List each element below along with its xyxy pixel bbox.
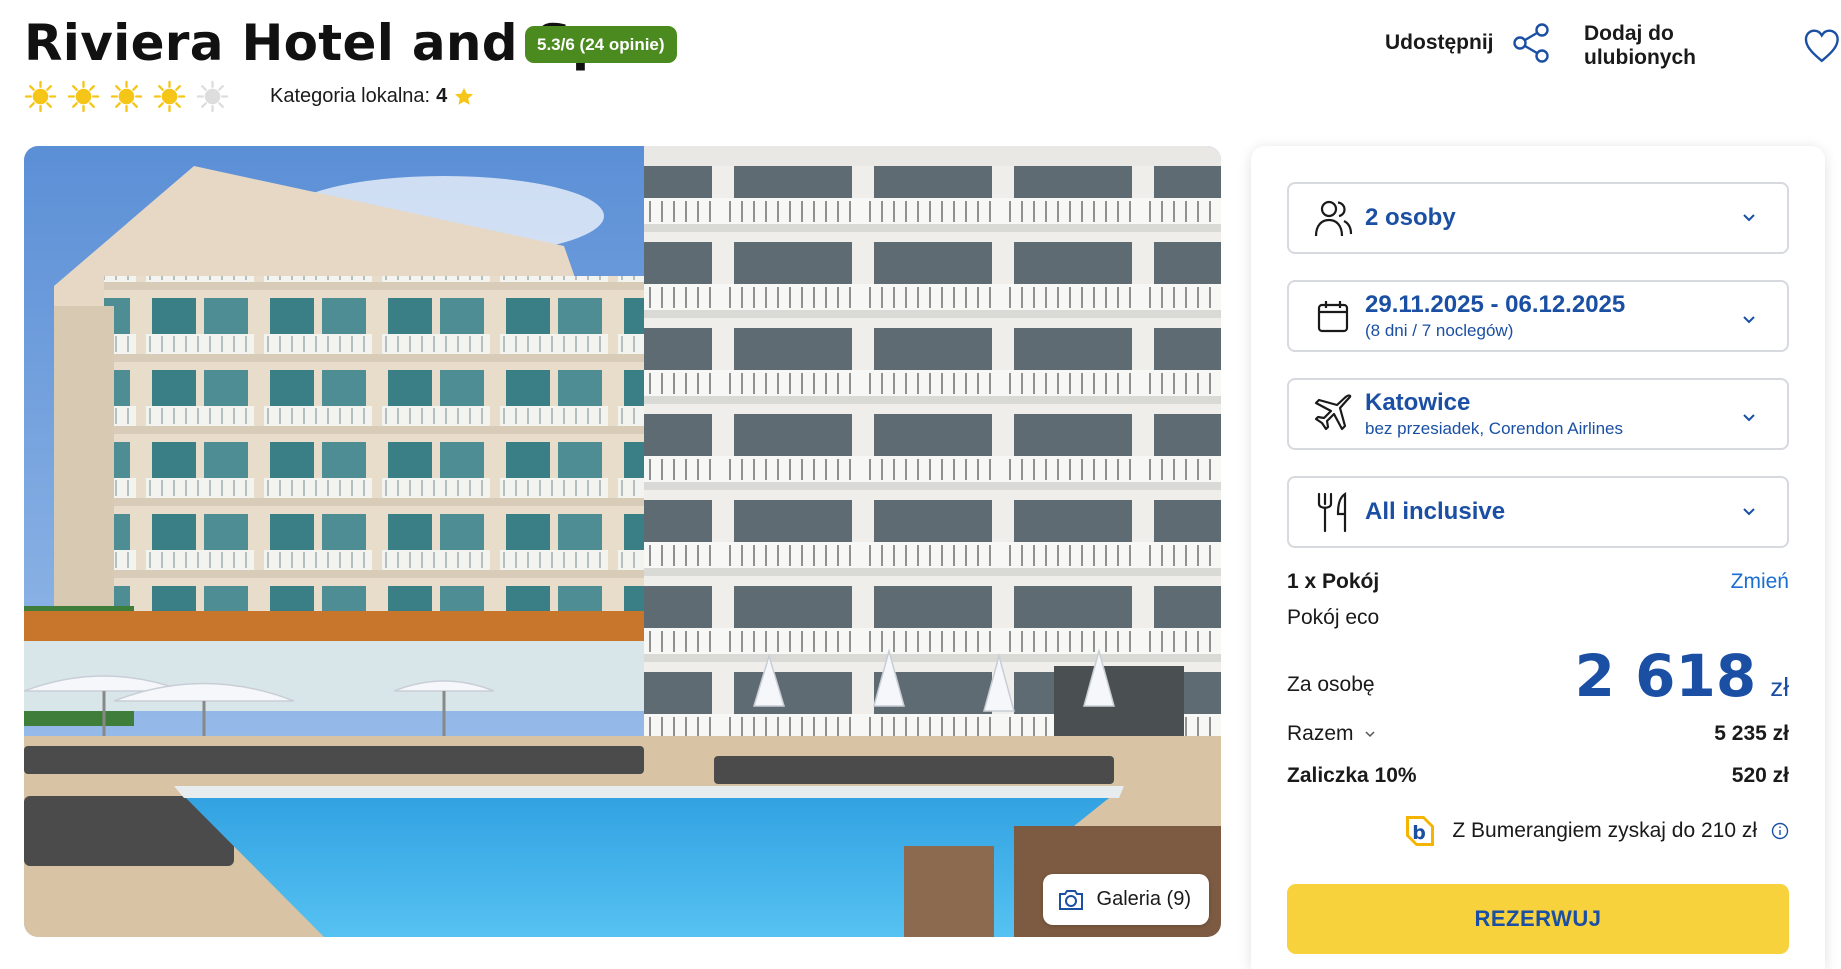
local-category-label: Kategoria lokalna: [270, 85, 431, 107]
people-select[interactable]: 2 osoby [1287, 182, 1789, 254]
room-count: 1 x Pokój [1287, 570, 1380, 593]
flight-details: bez przesiadek, Corendon Airlines [1365, 419, 1623, 438]
chevron-down-icon [1743, 316, 1755, 324]
hotel-photo[interactable]: Galeria (9) [24, 146, 1221, 937]
chevron-down-icon [1365, 731, 1375, 738]
cutlery-icon [1317, 491, 1347, 533]
bumerang-info: b Z Bumerangiem zyskaj do 210 zł [1400, 812, 1789, 850]
local-category: Kategoria lokalna: 4 [270, 85, 475, 108]
board-select[interactable]: All inclusive [1287, 476, 1789, 548]
sun-icon [153, 80, 186, 113]
heart-icon [1805, 29, 1840, 63]
hotel-pool-image [24, 146, 1221, 937]
room-type: Pokój eco [1287, 606, 1380, 629]
sun-icon [67, 80, 100, 113]
sun-icon [24, 80, 57, 113]
total-toggle[interactable]: Razem [1287, 722, 1376, 746]
date-range: 29.11.2025 - 06.12.2025 [1365, 291, 1626, 318]
board-label: All inclusive [1365, 498, 1506, 525]
per-person-label: Za osobę [1287, 673, 1375, 696]
share-icon [1512, 23, 1549, 63]
total-value: 5 235 zł [1714, 722, 1789, 745]
sun-empty-icon [196, 80, 229, 113]
people-icon [1314, 200, 1353, 237]
star-icon [455, 87, 474, 105]
bumerang-text: Z Bumerangiem zyskaj do 210 zł [1452, 819, 1757, 842]
share-label: Udostępnij [1385, 31, 1494, 54]
chevron-down-icon [1743, 414, 1755, 422]
total-label: Razem [1287, 722, 1354, 745]
sun-icon [110, 80, 143, 113]
reserve-button[interactable]: REZERWUJ [1287, 884, 1789, 954]
camera-icon [1058, 889, 1083, 910]
price-per-person: 2 618 zł [1575, 642, 1789, 710]
calendar-icon [1317, 301, 1349, 333]
svg-text:b: b [1413, 822, 1427, 844]
bumerang-logo-icon: b [1406, 816, 1435, 846]
change-room-link[interactable]: Zmień [1731, 570, 1789, 594]
people-label: 2 osoby [1365, 204, 1456, 231]
deposit-label: Zaliczka 10% [1287, 764, 1417, 787]
dates-select[interactable]: 29.11.2025 - 06.12.2025 (8 dni / 7 nocle… [1287, 280, 1789, 352]
gallery-button[interactable]: Galeria (9) [1042, 874, 1209, 925]
deposit-value: 520 zł [1731, 764, 1789, 787]
stay-duration: (8 dni / 7 noclegów) [1365, 321, 1514, 340]
share-button[interactable]: Udostępnij [1385, 22, 1552, 64]
favorite-button[interactable]: Dodaj do ulubionych [1584, 22, 1841, 70]
favorite-label: Dodaj do ulubionych [1584, 22, 1696, 69]
airplane-icon [1314, 394, 1352, 431]
price-amount: 2 618 [1574, 642, 1757, 710]
gallery-label: Galeria (9) [1096, 888, 1191, 910]
chevron-down-icon [1743, 214, 1755, 222]
booking-panel: 2 osoby 29.11.2025 - 06.12.2025 (8 dni /… [1251, 146, 1825, 969]
info-icon[interactable] [1771, 822, 1789, 840]
rating-badge[interactable]: 5.3/6 (24 opinie) [525, 26, 677, 63]
chevron-down-icon [1743, 508, 1755, 516]
local-category-value: 4 [436, 85, 448, 107]
departure-city: Katowice [1365, 389, 1471, 416]
flight-select[interactable]: Katowice bez przesiadek, Corendon Airlin… [1287, 378, 1789, 450]
sun-rating [24, 80, 229, 113]
price-currency: zł [1770, 672, 1789, 702]
